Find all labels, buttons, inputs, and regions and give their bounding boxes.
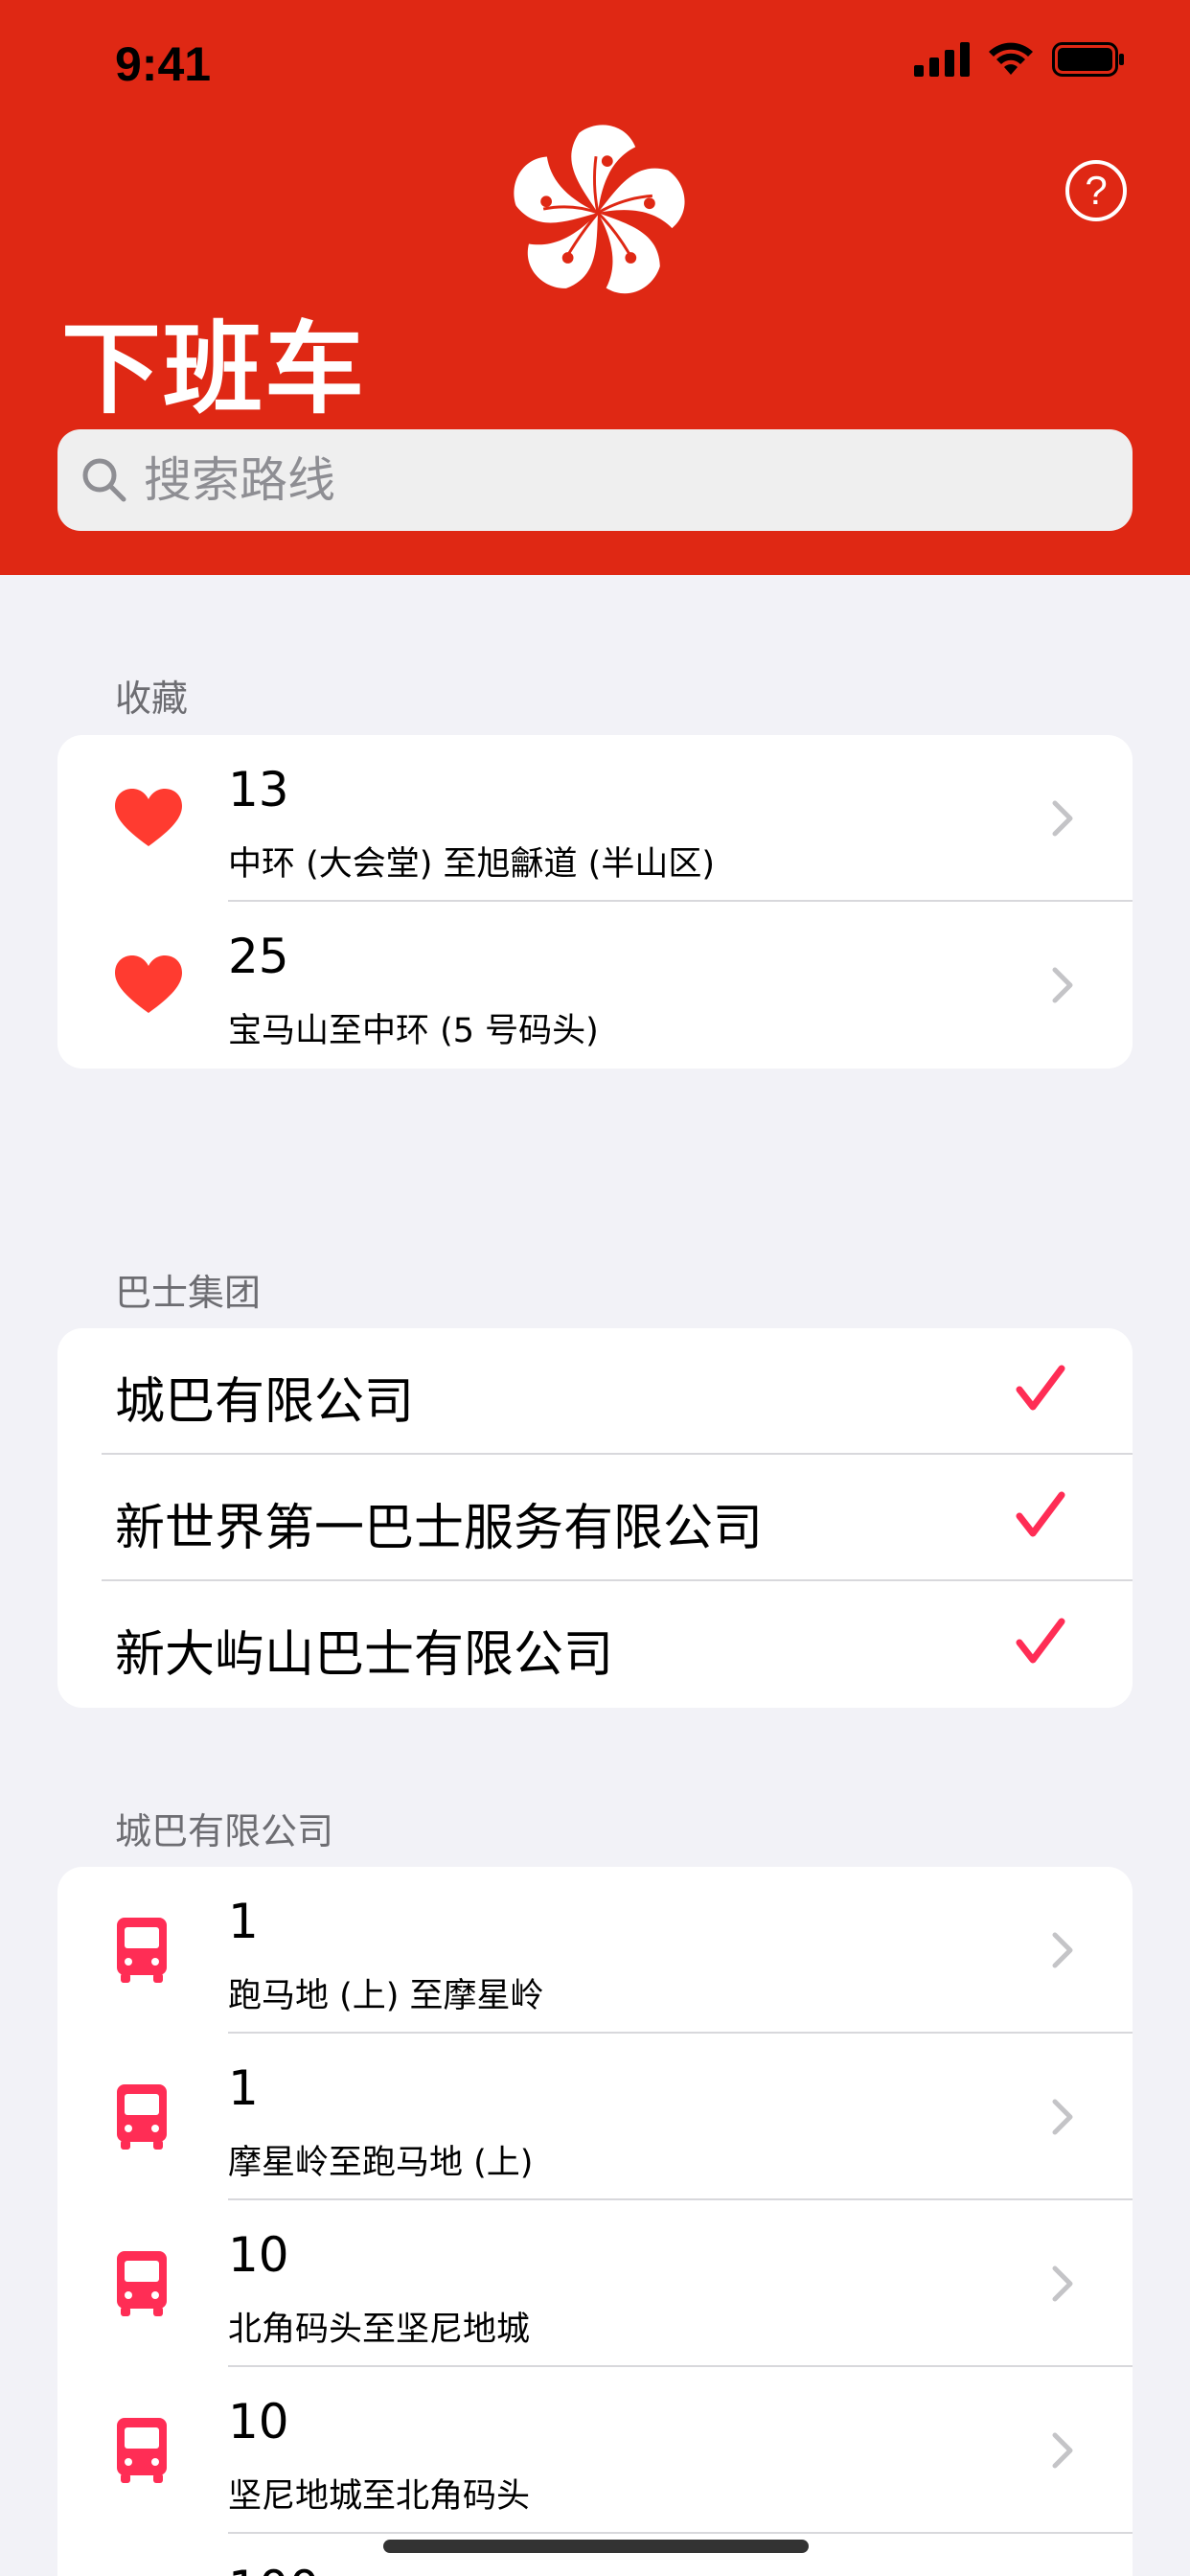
companies-list: 城巴有限公司 新世界第一巴士服务有限公司 新大屿山巴士有限公司: [57, 1328, 1133, 1708]
bus-icon: [117, 2084, 167, 2150]
favorite-item[interactable]: 13 中环 (大会堂) 至旭龢道 (半山区): [57, 735, 1133, 902]
route-description: 宝马山至中环 (5 号码头): [228, 1012, 599, 1050]
route-description: 跑马地 (上) 至摩星岭: [228, 1977, 544, 2015]
company-item[interactable]: 城巴有限公司: [57, 1328, 1133, 1455]
route-number: 10: [228, 2394, 289, 2450]
company-name: 新世界第一巴士服务有限公司: [115, 1500, 764, 1557]
battery-icon: [1052, 42, 1124, 77]
search-icon: [82, 458, 126, 502]
checkmark-icon: [1016, 1365, 1065, 1411]
heart-icon: [115, 789, 182, 846]
company-name: 新大屿山巴士有限公司: [115, 1626, 614, 1684]
status-icons: [914, 42, 1125, 77]
bus-icon: [117, 1918, 167, 1983]
route-description: 坚尼地城至北角码头: [228, 2477, 531, 2516]
routes-list: 1 跑马地 (上) 至摩星岭 1 摩星岭至跑马地 (上) 10 北角码头至坚尼地…: [57, 1867, 1133, 2576]
chevron-right-icon: [1052, 800, 1073, 837]
search-input[interactable]: [142, 451, 1085, 509]
wifi-icon: [989, 42, 1033, 75]
cellular-signal-icon: [914, 42, 970, 77]
chevron-right-icon: [1052, 1932, 1073, 1968]
route-item[interactable]: 1 摩星岭至跑马地 (上): [57, 2034, 1133, 2200]
company-item[interactable]: 新世界第一巴士服务有限公司: [57, 1455, 1133, 1581]
bus-icon: [117, 2251, 167, 2316]
route-number: 1: [228, 1894, 259, 1949]
search-bar[interactable]: [57, 429, 1133, 531]
route-description: 摩星岭至跑马地 (上): [228, 2144, 534, 2182]
chevron-right-icon: [1052, 2266, 1073, 2302]
bus-icon: [117, 2418, 167, 2483]
routes-section-title: 城巴有限公司: [115, 1810, 334, 1852]
route-item[interactable]: 1 跑马地 (上) 至摩星岭: [57, 1867, 1133, 2034]
checkmark-icon: [1016, 1618, 1065, 1664]
companies-section-title: 巴士集团: [115, 1272, 262, 1314]
chevron-right-icon: [1052, 2432, 1073, 2469]
company-item[interactable]: 新大屿山巴士有限公司: [57, 1581, 1133, 1708]
page-title: 下班车: [61, 310, 367, 427]
route-item[interactable]: 10 北角码头至坚尼地城: [57, 2200, 1133, 2367]
favorite-item[interactable]: 25 宝马山至中环 (5 号码头): [57, 902, 1133, 1069]
help-button[interactable]: ?: [1065, 160, 1127, 221]
status-time: 9:41: [115, 37, 212, 91]
route-description: 北角码头至坚尼地城: [228, 2311, 531, 2349]
company-name: 城巴有限公司: [115, 1373, 415, 1431]
question-circle-icon: ?: [1085, 168, 1108, 213]
bauhinia-flower-icon: [506, 125, 692, 307]
route-number: 10: [228, 2227, 289, 2283]
route-number: 100: [228, 2561, 319, 2576]
header: 9:41 ? 下班车 搜索路线: [0, 0, 1190, 575]
route-description: 中环 (大会堂) 至旭龢道 (半山区): [228, 845, 715, 884]
route-item[interactable]: 10 坚尼地城至北角码头: [57, 2367, 1133, 2534]
route-number: 13: [228, 762, 289, 817]
heart-icon: [115, 955, 182, 1013]
favorites-list: 13 中环 (大会堂) 至旭龢道 (半山区) 25 宝马山至中环 (5 号码头): [57, 735, 1133, 1069]
route-number: 25: [228, 929, 289, 984]
checkmark-icon: [1016, 1491, 1065, 1537]
chevron-right-icon: [1052, 2099, 1073, 2135]
home-indicator[interactable]: [383, 2540, 809, 2553]
chevron-right-icon: [1052, 967, 1073, 1003]
favorites-section-title: 收藏: [115, 678, 189, 720]
route-number: 1: [228, 2060, 259, 2116]
